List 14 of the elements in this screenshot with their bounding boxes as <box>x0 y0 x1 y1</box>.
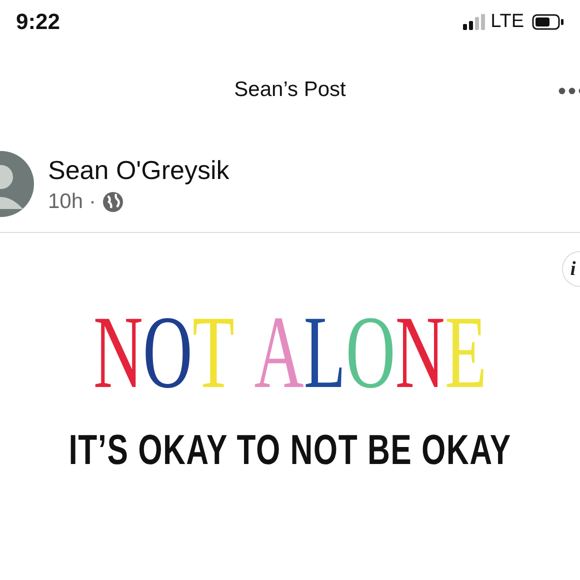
more-icon[interactable] <box>558 87 580 95</box>
author-name[interactable]: Sean O'Greysik <box>48 154 230 186</box>
page-title: Sean’s Post <box>234 78 346 102</box>
headline-word: NOT <box>93 301 234 405</box>
signal-icon <box>462 14 485 30</box>
battery-icon <box>532 14 564 30</box>
clock-time: 9:22 <box>16 9 62 35</box>
globe-icon <box>102 190 124 212</box>
headline-word: ALONE <box>254 301 487 405</box>
info-button[interactable]: i <box>562 251 580 287</box>
post-time[interactable]: 10h <box>48 190 84 214</box>
image-tagline: IT’S OKAY TO NOT BE OKAY <box>68 429 512 471</box>
separator-dot: · <box>89 190 96 214</box>
network-label: LTE <box>490 11 524 33</box>
